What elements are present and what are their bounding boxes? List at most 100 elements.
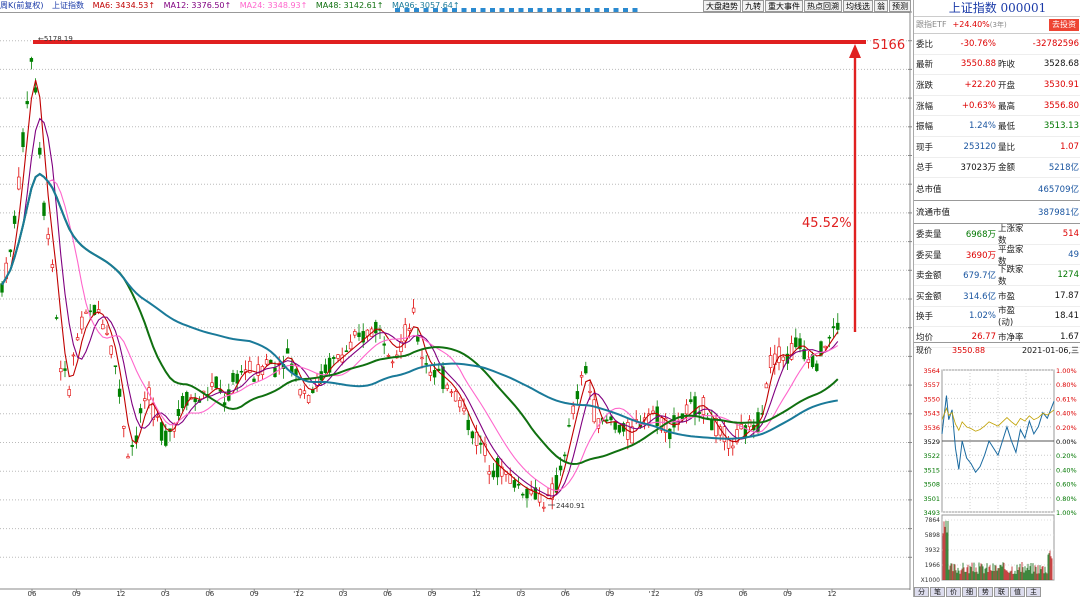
candle-body xyxy=(122,425,126,429)
panel-tab[interactable]: 联 xyxy=(994,587,1009,597)
event-marker xyxy=(509,8,514,12)
panel-tabs: 分笔价细势联值主 xyxy=(914,587,1080,597)
quote-label: 金额 xyxy=(998,163,1016,174)
panel-tab[interactable]: 值 xyxy=(1010,587,1025,597)
event-marker xyxy=(566,8,571,12)
intraday-chart[interactable]: 3564 1.00% 3557 0.80% 3550 0.61% 3543 0.40% 3536… xyxy=(914,365,1080,587)
candle-body xyxy=(567,425,571,427)
quote-value: 1.24% xyxy=(968,121,996,132)
candle-body xyxy=(386,355,391,357)
event-marker xyxy=(604,8,609,12)
quote-label: 量比 xyxy=(998,142,1016,153)
candle-body xyxy=(84,311,88,314)
quote-value: 26.77 xyxy=(971,331,996,342)
quote-label: 最高 xyxy=(998,101,1016,112)
ma96-line xyxy=(1,172,838,440)
candle-body xyxy=(210,382,214,387)
quote-b-row: 卖金额 679.7亿 下跌家数 1274 xyxy=(914,265,1080,288)
invest-button[interactable]: 去投资 xyxy=(1049,19,1079,31)
quote-label: 最低 xyxy=(998,122,1016,133)
toolbar-events-button[interactable]: 重大事件 xyxy=(765,0,803,12)
x-tick-label: 06 xyxy=(561,590,570,597)
candle-body xyxy=(193,398,197,403)
candle-body xyxy=(584,366,588,374)
toolbar-hotspot-button[interactable]: 热点回溯 xyxy=(804,0,842,12)
panel-tab[interactable]: 细 xyxy=(962,587,977,597)
kline-chart[interactable]: 5347518150104840467345034333416639963826… xyxy=(0,0,912,597)
x-tick-label: '12 xyxy=(293,590,304,597)
candle-body xyxy=(424,363,428,365)
toolbar-trend-button[interactable]: 大盘趋势 xyxy=(703,0,741,12)
total-mv-value: 465709亿 xyxy=(1038,185,1079,196)
toolbar-forecast-button[interactable]: 预测 xyxy=(889,0,911,12)
candle-body xyxy=(453,391,458,402)
panel-tab[interactable]: 笔 xyxy=(930,587,945,597)
candle-body xyxy=(348,341,353,350)
x-tick-label: 06 xyxy=(205,590,214,597)
candle-body xyxy=(117,388,122,397)
mini-header: 现价 3550.88 2021-01-06,三 xyxy=(914,342,1080,359)
candle-body xyxy=(491,470,496,478)
candle-body xyxy=(285,348,290,354)
candle-body xyxy=(239,370,244,373)
mini-pct-tick: 0.40% xyxy=(1056,466,1077,474)
quote-value: 314.6亿 xyxy=(963,291,996,302)
candle-body xyxy=(109,345,113,355)
quote-value: +0.63% xyxy=(961,100,996,111)
candle-body xyxy=(819,341,823,356)
candle-body xyxy=(138,408,143,414)
quote-value: 1.67 xyxy=(1060,331,1079,342)
panel-tab[interactable]: 分 xyxy=(914,587,929,597)
quote-value: 6968万 xyxy=(965,229,996,240)
float-mv-value: 387981亿 xyxy=(1038,208,1079,219)
x-tick-label: 09 xyxy=(72,590,81,597)
candle-body xyxy=(588,390,592,393)
candle-body xyxy=(344,350,349,353)
mini-pct-tick: 0.20% xyxy=(1056,424,1077,432)
x-tick-label: 09 xyxy=(605,590,614,597)
chart-toolbar: 大盘趋势 九转 重大事件 热点回溯 均线选 翁 预测 xyxy=(703,0,912,12)
candle-body xyxy=(487,471,491,475)
mini-pct-tick: 0.80% xyxy=(1056,381,1077,389)
quote-value: 18.41 xyxy=(1054,311,1079,322)
candle-body xyxy=(336,354,340,359)
candle-body xyxy=(101,324,105,330)
total-mv-label: 总市值 xyxy=(916,185,942,196)
panel-tab[interactable]: 势 xyxy=(978,587,993,597)
quote-value: 3530.91 xyxy=(1043,79,1079,90)
candle-body xyxy=(319,371,323,381)
mini-pct-tick: 0.40% xyxy=(1056,410,1077,418)
mini-pct-tick: 1.00% xyxy=(1056,367,1077,375)
toolbar-ma-select-button[interactable]: 均线选 xyxy=(843,0,873,12)
percent-label: 45.52% xyxy=(802,216,852,231)
quote-value: 17.87 xyxy=(1054,290,1079,301)
candle-body xyxy=(46,234,50,240)
event-marker xyxy=(556,8,562,12)
toolbar-nine-turn-button[interactable]: 九转 xyxy=(742,0,764,12)
candle-body xyxy=(42,202,46,216)
quote-a-row: 涨跌 +22.20 开盘 3530.91 xyxy=(914,75,1080,96)
quote-label: 下跌家数 xyxy=(998,265,1024,288)
candle-body xyxy=(668,428,672,440)
candle-body xyxy=(180,396,185,409)
quote-a-row: 总手 37023万 金额 5218亿 xyxy=(914,158,1080,179)
quote-a-row: 最新 3550.88 昨收 3528.68 xyxy=(914,55,1080,76)
candle-body xyxy=(449,391,454,394)
candle-body xyxy=(558,465,563,471)
mini-price-tick: 3564 xyxy=(923,367,940,375)
toolbar-weng-button[interactable]: 翁 xyxy=(874,0,888,12)
series-name: 周K(前复权) xyxy=(0,1,44,10)
candle-body xyxy=(781,356,785,361)
candle-body xyxy=(143,398,147,402)
kline-chart-area[interactable]: 5347518150104840467345034333416639963826… xyxy=(0,0,912,597)
candle-body xyxy=(25,101,29,105)
candle-body xyxy=(458,400,462,408)
panel-tab[interactable]: 主 xyxy=(1026,587,1041,597)
mini-price-tick: 3508 xyxy=(923,481,940,489)
candle-body xyxy=(302,390,307,394)
candle-body xyxy=(126,456,130,459)
candle-body xyxy=(462,407,466,412)
panel-tab[interactable]: 价 xyxy=(946,587,961,597)
index-name: 上证指数 xyxy=(52,1,85,10)
mini-price-value: 3550.88 xyxy=(952,346,986,355)
